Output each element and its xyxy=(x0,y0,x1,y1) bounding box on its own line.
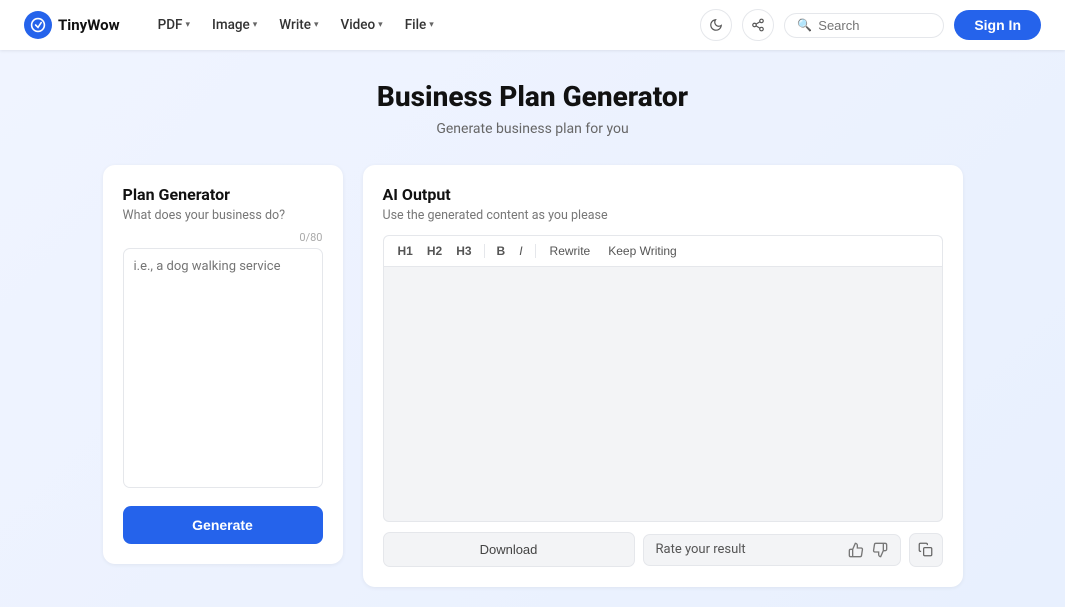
toolbar-keep-writing[interactable]: Keep Writing xyxy=(602,242,682,260)
rate-label: Rate your result xyxy=(656,542,746,557)
right-card-title: AI Output xyxy=(383,185,943,204)
toolbar-divider-2 xyxy=(535,244,536,258)
ai-output-editor[interactable] xyxy=(383,266,943,522)
share-icon xyxy=(751,18,765,32)
chevron-down-icon: ▾ xyxy=(429,20,434,30)
thumbs-down-icon xyxy=(872,542,888,558)
nav-item-video[interactable]: Video ▾ xyxy=(331,11,393,39)
toolbar-h1[interactable]: H1 xyxy=(394,242,417,260)
logo-text: TinyWow xyxy=(58,16,120,34)
navbar: TinyWow PDF ▾ Image ▾ Write ▾ Video ▾ Fi… xyxy=(0,0,1065,50)
page-title: Business Plan Generator xyxy=(103,80,963,113)
nav-actions: 🔍 Sign In xyxy=(700,9,1041,41)
dark-mode-toggle[interactable] xyxy=(700,9,732,41)
page-content: Business Plan Generator Generate busines… xyxy=(83,50,983,607)
left-card-title: Plan Generator xyxy=(123,185,323,204)
left-card: Plan Generator What does your business d… xyxy=(103,165,343,564)
toolbar-bold[interactable]: B xyxy=(493,242,510,260)
chevron-down-icon: ▾ xyxy=(314,20,319,30)
logo-icon xyxy=(24,11,52,39)
nav-item-write[interactable]: Write ▾ xyxy=(269,11,328,39)
toolbar-italic[interactable]: I xyxy=(515,242,526,260)
copy-icon xyxy=(918,542,933,557)
moon-icon xyxy=(709,18,723,32)
share-button[interactable] xyxy=(742,9,774,41)
char-count: 0/80 xyxy=(123,231,323,244)
rate-icons xyxy=(848,542,888,558)
nav-menu: PDF ▾ Image ▾ Write ▾ Video ▾ File ▾ xyxy=(148,11,701,39)
right-card-subtitle: Use the generated content as you please xyxy=(383,208,943,223)
right-card: AI Output Use the generated content as y… xyxy=(363,165,963,587)
nav-item-file[interactable]: File ▾ xyxy=(395,11,444,39)
toolbar-h3[interactable]: H3 xyxy=(452,242,475,260)
page-subtitle: Generate business plan for you xyxy=(103,121,963,137)
copy-button[interactable] xyxy=(909,533,943,567)
toolbar-rewrite[interactable]: Rewrite xyxy=(544,242,597,260)
search-input[interactable] xyxy=(818,18,931,33)
nav-item-image[interactable]: Image ▾ xyxy=(202,11,267,39)
chevron-down-icon: ▾ xyxy=(253,20,258,30)
toolbar-h2[interactable]: H2 xyxy=(423,242,446,260)
search-icon: 🔍 xyxy=(797,18,812,32)
editor-toolbar: H1 H2 H3 B I Rewrite Keep Writing xyxy=(383,235,943,266)
toolbar-divider xyxy=(484,244,485,258)
generate-button[interactable]: Generate xyxy=(123,506,323,544)
bottom-action-row: Download Rate your result xyxy=(383,532,943,567)
chevron-down-icon: ▾ xyxy=(378,20,383,30)
logo-svg xyxy=(30,17,46,33)
rate-box: Rate your result xyxy=(643,534,901,566)
sign-in-button[interactable]: Sign In xyxy=(954,10,1041,40)
thumbs-up-button[interactable] xyxy=(848,542,864,558)
cards-row: Plan Generator What does your business d… xyxy=(103,165,963,587)
search-box: 🔍 xyxy=(784,13,944,38)
thumbs-down-button[interactable] xyxy=(872,542,888,558)
chevron-down-icon: ▾ xyxy=(185,20,190,30)
logo-link[interactable]: TinyWow xyxy=(24,11,120,39)
business-description-input[interactable] xyxy=(123,248,323,488)
download-button[interactable]: Download xyxy=(383,532,635,567)
thumbs-up-icon xyxy=(848,542,864,558)
left-card-subtitle: What does your business do? xyxy=(123,208,323,223)
nav-item-pdf[interactable]: PDF ▾ xyxy=(148,11,200,39)
